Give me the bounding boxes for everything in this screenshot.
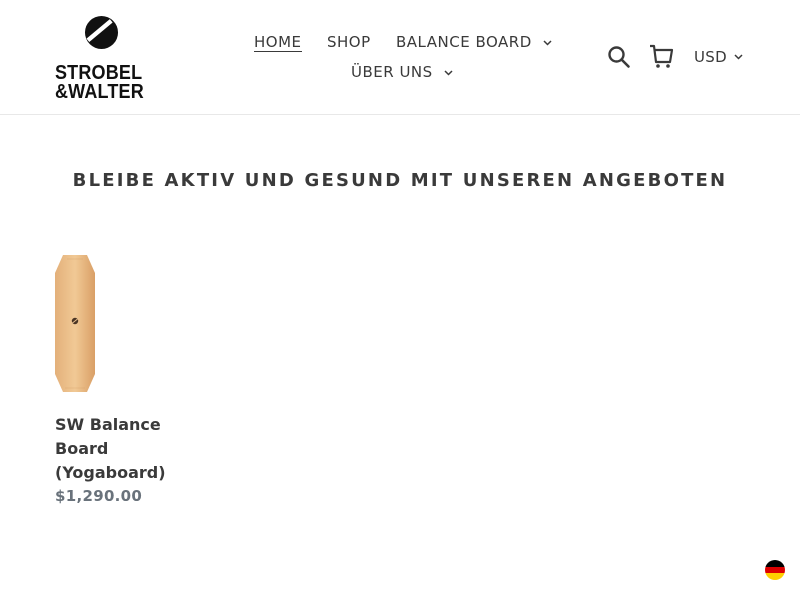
logo-text-line1: STROBEL [55,62,143,84]
nav-item-home[interactable]: HOME [254,30,302,54]
logo-mark-icon [84,15,119,50]
product-title[interactable]: SW Balance Board (Yogaboard) [55,413,205,485]
site-header: STROBEL &WALTER HOME SHOP BALANCE BOARD … [0,0,800,115]
logo-text-line2: &WALTER [55,81,144,103]
german-flag-icon[interactable] [765,560,785,580]
search-icon [608,46,630,68]
nav-item-label: HOME [254,33,302,52]
cart-icon [650,44,674,68]
main-navigation: HOME SHOP BALANCE BOARD ÜBER UNS [240,30,560,90]
currency-selector[interactable]: USD [694,48,743,66]
nav-item-label: BALANCE BOARD [396,33,532,51]
flag-stripe-black [765,560,785,567]
chevron-down-icon [734,54,743,60]
balance-board-image[interactable] [55,255,95,392]
flag-stripe-gold [765,573,785,580]
chevron-down-icon [444,70,453,76]
cart-button[interactable] [648,43,674,69]
nav-item-label: SHOP [327,33,371,51]
currency-value: USD [694,48,727,66]
search-button[interactable] [607,45,631,69]
flag-stripe-red [765,566,785,574]
nav-item-balance-board[interactable]: BALANCE BOARD [396,30,552,54]
nav-item-shop[interactable]: SHOP [327,30,371,54]
nav-item-ueber-uns[interactable]: ÜBER UNS [351,60,453,84]
section-title: BLEIBE AKTIV UND GESUND MIT UNSEREN ANGE… [72,170,728,191]
chevron-down-icon [543,40,552,46]
product-price: $1,290.00 [55,487,143,505]
nav-item-label: ÜBER UNS [351,63,433,81]
brand-logo[interactable]: STROBEL &WALTER [55,15,147,103]
